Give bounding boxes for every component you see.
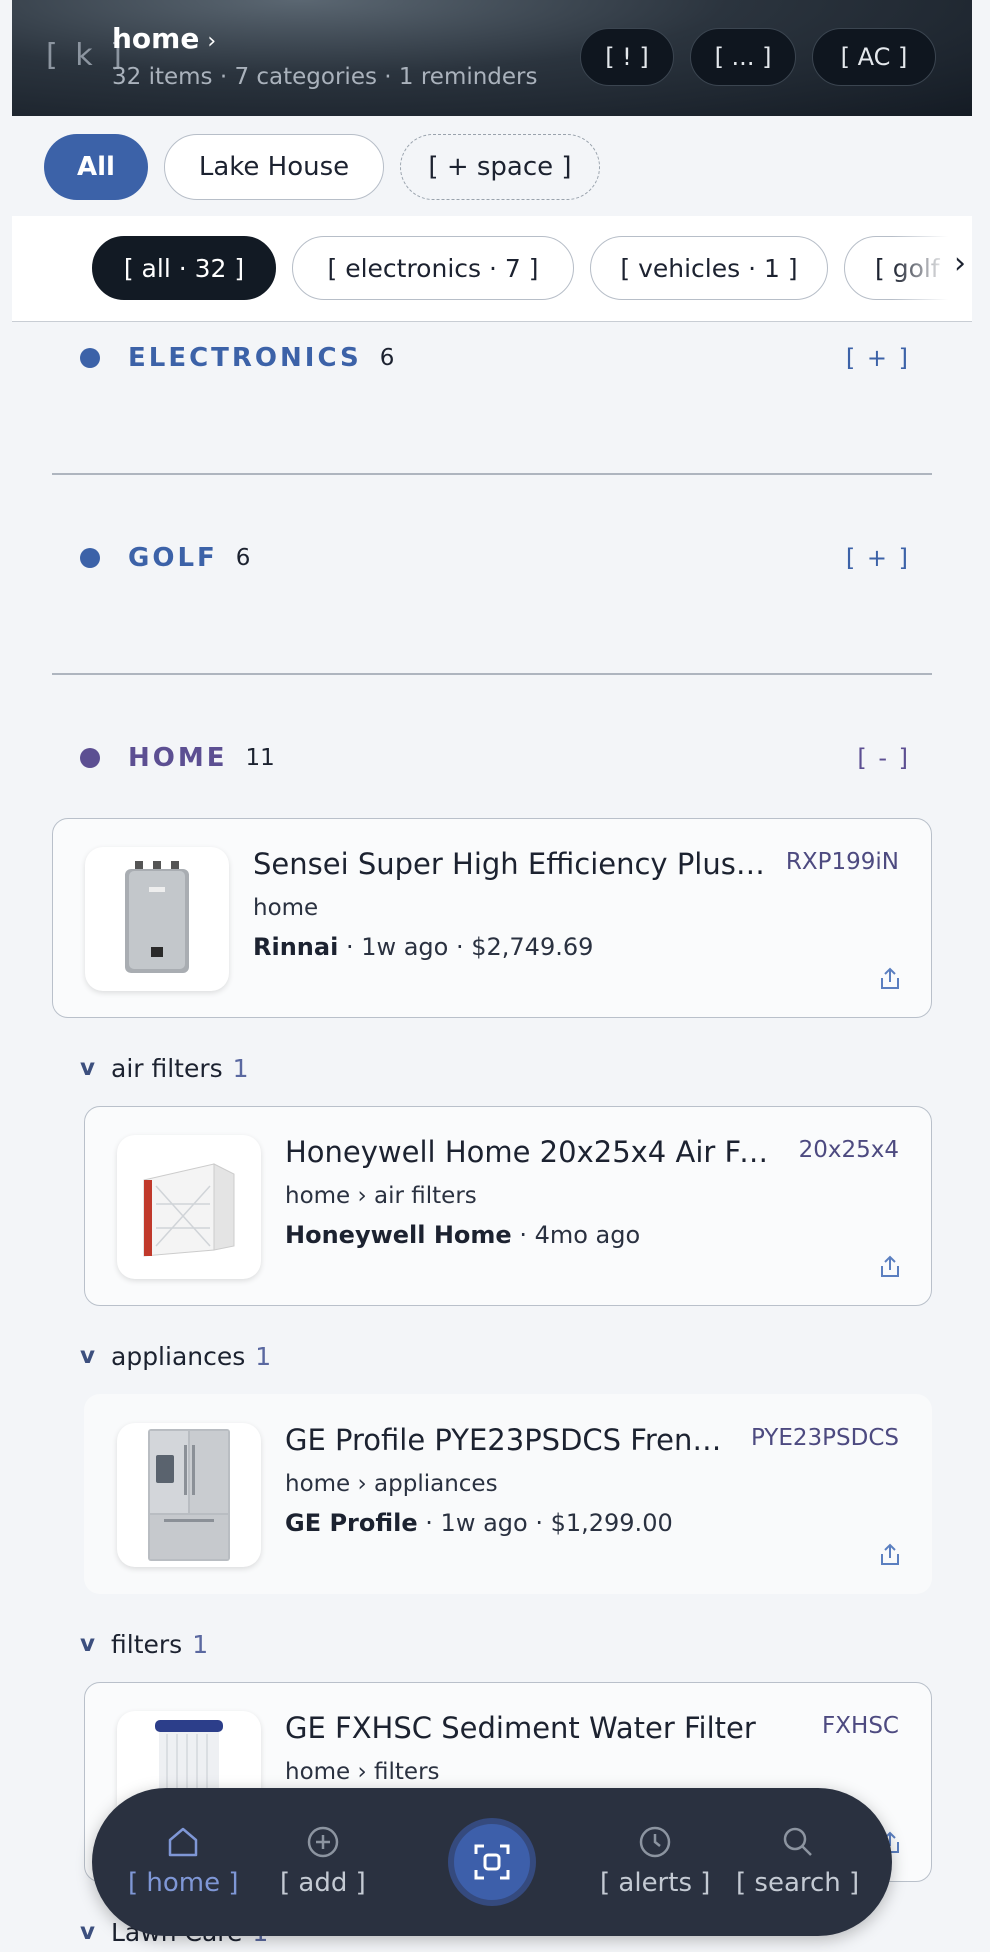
item-title: GE Profile PYE23PSDCS Frenc... [285, 1423, 731, 1457]
category-header-golf[interactable]: GOLF 6 [ + ] [80, 538, 910, 578]
title-chevron-icon: › [207, 29, 217, 54]
item-path: home [253, 895, 319, 921]
item-model-number: 20x25x4 [798, 1137, 899, 1163]
filter-chip-electronics[interactable]: [ electronics · 7 ] [292, 236, 574, 300]
item-thumbnail [117, 1423, 261, 1567]
water-heater-image [125, 861, 189, 973]
subgroup-name: filters [111, 1629, 183, 1659]
share-icon[interactable] [879, 967, 901, 991]
item-meta: Honeywell Home · 4mo ago [285, 1221, 640, 1249]
item-thumbnail [85, 847, 229, 991]
collapse-subgroup-chevron-icon[interactable]: v [80, 1343, 95, 1369]
item-thumbnail [117, 1135, 261, 1279]
filter-chip-vehicles[interactable]: [ vehicles · 1 ] [590, 236, 828, 300]
refrigerator-image [148, 1429, 230, 1561]
item-title: Sensei Super High Efficiency Plus 11... [253, 847, 765, 881]
subgroup-header-appliances[interactable]: v appliances 1 [80, 1338, 271, 1374]
category-header-electronics[interactable]: ELECTRONICS 6 [ + ] [80, 338, 910, 378]
subgroup-name: air filters [111, 1053, 223, 1083]
item-meta-details: · 1w ago · $1,299.00 [417, 1509, 673, 1537]
item-title: GE FXHSC Sediment Water Filter [285, 1711, 756, 1745]
subgroup-count: 1 [255, 1341, 272, 1371]
item-meta: GE Profile · 1w ago · $1,299.00 [285, 1509, 673, 1537]
nav-alerts-label: [ alerts ] [600, 1868, 711, 1898]
nav-search-label: [ search ] [736, 1868, 860, 1898]
home-icon [169, 1827, 198, 1857]
page-title-text: home [112, 22, 200, 55]
category-color-dot [80, 348, 100, 368]
app-header: [ k ] home › 32 items · 7 categories · 1 … [12, 0, 972, 116]
item-card[interactable]: Honeywell Home 20x25x4 Air Filt... home … [84, 1106, 932, 1306]
nav-alerts[interactable]: [ alerts ] [600, 1824, 710, 1898]
item-brand: GE Profile [285, 1509, 418, 1537]
item-path: home › filters [285, 1759, 440, 1785]
item-model-number: RXP199iN [785, 849, 899, 875]
item-card[interactable]: Sensei Super High Efficiency Plus 11... … [52, 818, 932, 1018]
item-path: home › appliances [285, 1471, 498, 1497]
subgroup-count: 1 [232, 1053, 249, 1083]
category-count: 6 [379, 345, 395, 371]
bottom-navigation: [ home ] [ add ] [ alerts ] [ search ] [92, 1788, 892, 1936]
page-title[interactable]: home › [112, 22, 216, 55]
subgroup-name: appliances [111, 1341, 246, 1371]
category-name: HOME [128, 743, 228, 773]
filter-chip-all[interactable]: [ all · 32 ] [92, 236, 276, 300]
category-color-dot [80, 748, 100, 768]
share-icon[interactable] [879, 1543, 901, 1567]
item-meta-details: · 4mo ago [511, 1221, 641, 1249]
section-divider [52, 673, 932, 675]
collapse-subgroup-chevron-icon[interactable]: v [80, 1631, 95, 1657]
nav-add[interactable]: [ add ] [280, 1824, 366, 1898]
space-selector: All Lake House [ + space ] [0, 116, 990, 216]
nav-search[interactable]: [ search ] [736, 1824, 859, 1898]
expand-category-button[interactable]: [ + ] [846, 544, 910, 572]
space-all-button[interactable]: All [44, 134, 148, 200]
nav-home-label: [ home ] [128, 1868, 239, 1898]
subgroup-count: 1 [192, 1629, 209, 1659]
category-count: 6 [235, 545, 251, 571]
air-filter-image [143, 1163, 235, 1257]
add-circle-icon [307, 1826, 339, 1858]
subgroup-header-air-filters[interactable]: v air filters 1 [80, 1050, 249, 1086]
more-button[interactable]: [ ... ] [690, 28, 796, 86]
item-path: home › air filters [285, 1183, 477, 1209]
item-card[interactable]: GE Profile PYE23PSDCS Frenc... home › ap… [84, 1394, 932, 1594]
expand-category-button[interactable]: [ + ] [846, 344, 910, 372]
add-space-button[interactable]: [ + space ] [400, 134, 600, 200]
nav-add-label: [ add ] [280, 1868, 366, 1898]
category-filter-bar[interactable]: [ all · 32 ] [ electronics · 7 ] [ vehic… [12, 216, 972, 322]
scroll-right-chevron-icon[interactable]: › [954, 246, 966, 281]
item-brand: Rinnai [253, 933, 339, 961]
item-brand: Honeywell Home [285, 1221, 512, 1249]
scan-icon [474, 1844, 510, 1880]
collapse-subgroup-chevron-icon[interactable]: v [80, 1919, 95, 1945]
subgroup-header-filters[interactable]: v filters 1 [80, 1626, 208, 1662]
collapse-category-button[interactable]: [ - ] [857, 744, 910, 772]
space-lake-house-button[interactable]: Lake House [164, 134, 384, 200]
share-icon[interactable] [879, 1255, 901, 1279]
alert-button[interactable]: [ ! ] [580, 28, 674, 86]
nav-home[interactable]: [ home ] [128, 1824, 239, 1898]
search-icon [783, 1827, 812, 1856]
category-count: 11 [245, 745, 275, 771]
clock-icon [639, 1826, 671, 1858]
item-meta: Rinnai · 1w ago · $2,749.69 [253, 933, 593, 961]
account-button[interactable]: [ AC ] [812, 28, 936, 86]
collapse-subgroup-chevron-icon[interactable]: v [80, 1055, 95, 1081]
page-summary: 32 items · 7 categories · 1 reminders [112, 64, 538, 90]
category-name: ELECTRONICS [128, 343, 362, 373]
section-divider [52, 473, 932, 475]
item-model-number: FXHSC [822, 1713, 899, 1739]
category-name: GOLF [128, 543, 218, 573]
item-meta-details: · 1w ago · $2,749.69 [338, 933, 594, 961]
category-color-dot [80, 548, 100, 568]
scan-button[interactable] [448, 1818, 536, 1906]
item-model-number: PYE23PSDCS [750, 1425, 899, 1451]
item-title: Honeywell Home 20x25x4 Air Filt... [285, 1135, 773, 1169]
category-header-home[interactable]: HOME 11 [ - ] [80, 738, 910, 778]
